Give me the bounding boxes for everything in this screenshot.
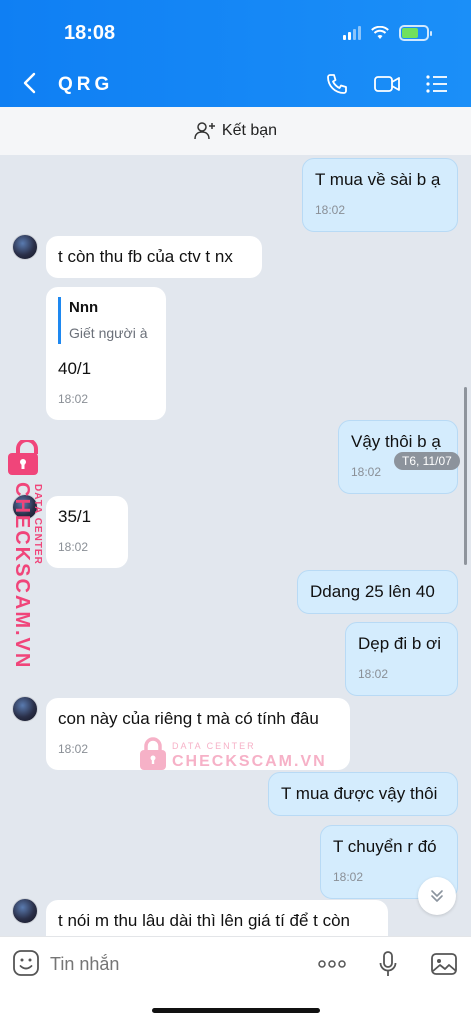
status-time: 18:08 [64,22,116,44]
nav-row: QRG [0,66,471,104]
message-time: 18:02 [315,203,346,217]
avatar[interactable] [12,696,38,722]
quoted-message[interactable]: Nnn Giết người à [58,297,154,344]
scroll-down-button[interactable] [418,877,456,915]
more-icon [318,960,346,968]
message-text: T chuyển r đó [333,837,437,856]
phone-icon [327,74,347,94]
chat-title: QRG [58,74,114,95]
more-button[interactable] [317,949,347,979]
lock-icon [140,737,166,770]
avatar[interactable] [12,898,38,924]
message-text: 35/1 [58,507,92,526]
message-bubble[interactable]: t nói m thu lâu dài thì lên giá tí để t … [46,900,388,936]
message-time: 18:02 [358,667,389,681]
wifi-icon [371,26,389,39]
image-icon [431,953,457,975]
message-bubble[interactable]: Dẹp đi b ơi 18:02 [345,622,458,696]
watermark-subtext: DATA CENTER [32,484,43,565]
voice-button[interactable] [373,949,403,979]
video-call-button[interactable] [373,70,401,98]
add-friend-icon [194,122,215,140]
lock-icon [8,440,38,475]
message-text: Ddang 25 lên 40 [310,582,435,601]
quote-text: Giết người à [69,325,148,341]
scrollbar[interactable] [464,387,467,565]
message-time: 18:02 [58,540,89,554]
add-friend-button[interactable]: Kết bạn [0,107,471,155]
message-text: Vậy thôi b ạ [351,432,441,451]
message-bubble[interactable]: Ddang 25 lên 40 [297,570,458,614]
status-icons [343,25,432,41]
message-text: Dẹp đi b ơi [358,634,441,653]
signal-icon [343,26,361,40]
message-bubble[interactable]: T mua được vậy thôi [268,772,458,816]
message-bubble[interactable]: T mua về sài b ạ 18:02 [302,158,458,232]
sticker-icon [13,950,39,976]
date-pill: T6, 11/07 [394,452,460,470]
battery-icon [399,25,432,41]
back-button[interactable] [18,68,50,100]
nav-actions [323,70,451,98]
message-text: con này của riêng t mà có tính đâu [58,709,319,728]
message-bubble[interactable]: Nnn Giết người à 40/1 18:02 [46,287,166,420]
avatar[interactable] [12,234,38,260]
sticker-button[interactable] [12,949,40,977]
message-text: 40/1 [58,359,92,378]
message-input[interactable] [50,949,300,979]
image-button[interactable] [429,949,459,979]
add-friend-label: Kết bạn [221,122,278,139]
message-time: 18:02 [58,392,89,406]
message-text: t còn thu fb của ctv t nx [58,247,233,266]
watermark-text: CHECKSCAM.VN [11,482,33,670]
watermark-subtext: DATA CENTER [172,741,256,751]
menu-button[interactable] [423,70,451,98]
message-text: T mua được vậy thôi [281,784,438,803]
chat-area[interactable]: T mua về sài b ạ 18:02 t còn thu fb của … [0,155,471,936]
watermark-logo: CHECKSCAM.VN DATA CENTER [4,440,52,669]
scroll-down-icon [431,890,443,902]
menu-icon [426,75,447,93]
back-icon [23,72,36,94]
watermark-text: CHECKSCAM.VN [172,753,327,770]
message-text: t nói m thu lâu dài thì lên giá tí để t … [58,911,351,930]
message-bubble[interactable]: 35/1 18:02 [46,496,128,568]
input-actions [317,949,459,979]
home-indicator [152,1008,320,1013]
call-button[interactable] [323,70,351,98]
top-bar: 18:08 QRG [0,0,471,107]
mic-icon [379,951,397,976]
message-bubble[interactable]: t còn thu fb của ctv t nx [46,236,262,278]
video-icon [374,76,400,92]
message-text: T mua về sài b ạ [315,170,441,189]
quote-sender: Nnn [69,299,99,316]
